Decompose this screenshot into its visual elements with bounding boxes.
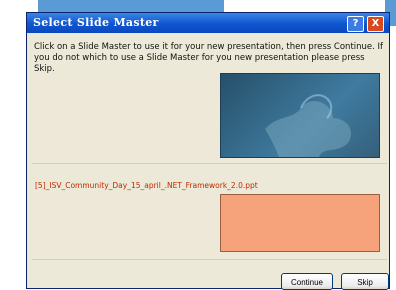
close-button[interactable]: X <box>367 16 384 32</box>
skip-button[interactable]: Skip <box>341 273 389 290</box>
dialog-title: Select Slide Master <box>33 16 159 29</box>
select-slide-master-dialog: Select Slide Master ? X Click on a Slide… <box>26 12 390 290</box>
help-icon: ? <box>352 18 359 29</box>
title-bar[interactable]: Select Slide Master ? X <box>27 13 389 33</box>
continue-button[interactable]: Continue <box>281 273 333 290</box>
slide-master-list-item-1[interactable] <box>32 73 387 164</box>
help-button[interactable]: ? <box>347 16 364 32</box>
instruction-text: Click on a Slide Master to use it for yo… <box>34 42 384 74</box>
close-icon: X <box>371 18 380 29</box>
slide-master-list-item-2[interactable] <box>32 191 387 260</box>
slide-master-file-label: [5]_ISV_Community_Day_15_april_.NET_Fram… <box>35 181 258 190</box>
slide-master-preview-blue[interactable] <box>220 73 380 158</box>
puzzle-graphic <box>265 94 352 157</box>
slide-master-preview-orange[interactable] <box>220 194 380 252</box>
